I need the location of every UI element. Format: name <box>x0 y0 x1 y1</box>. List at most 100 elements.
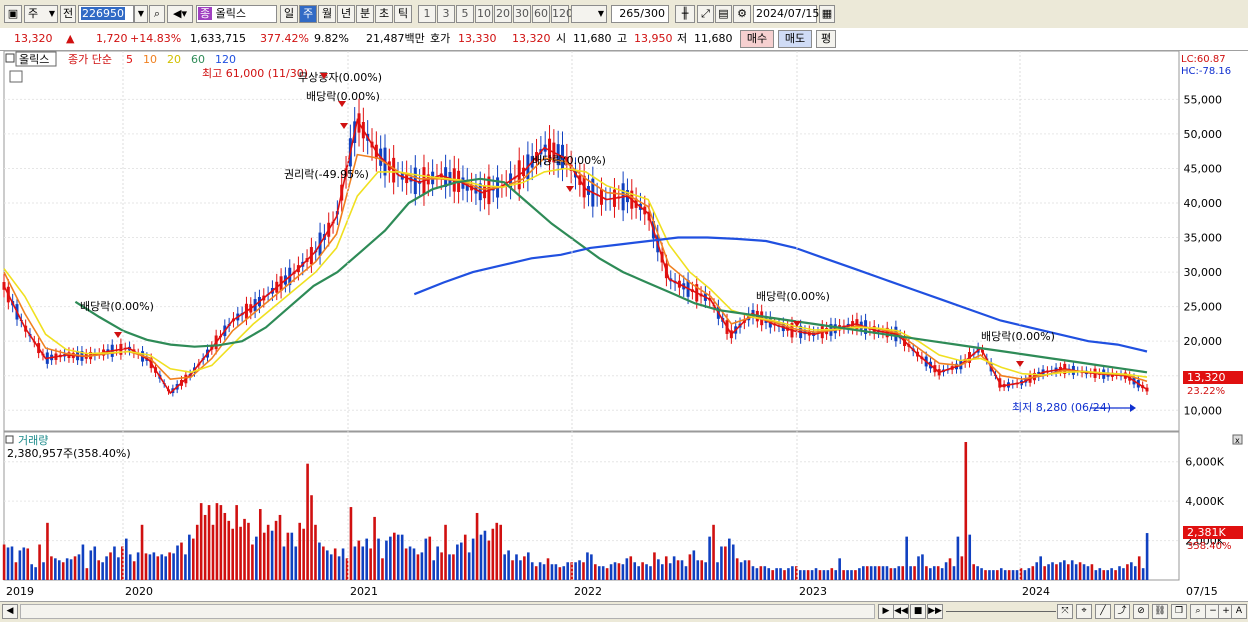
volume-bar <box>255 536 258 580</box>
date-field[interactable]: 2024/07/15 <box>753 5 819 23</box>
zoom-tool-icon[interactable]: ⤧ <box>1057 604 1073 619</box>
volume-bar <box>377 538 380 580</box>
search-icon[interactable]: ⌕ <box>1190 604 1206 619</box>
volume-bar <box>144 553 148 580</box>
volume-bar <box>956 536 960 580</box>
volume-bar <box>822 570 826 580</box>
tab-period-0[interactable]: 일 <box>280 5 298 23</box>
tab-interval-120[interactable]: 120 <box>551 5 573 23</box>
volume-bar <box>625 558 629 580</box>
scroll-left-icon[interactable]: ◀ <box>2 604 18 619</box>
tab-period-4[interactable]: 분 <box>356 5 374 23</box>
tab-interval-60[interactable]: 60 <box>532 5 550 23</box>
period-select[interactable]: 주 ▼ <box>24 5 58 23</box>
volume-bar <box>81 544 85 580</box>
save-icon[interactable]: ▤ <box>715 5 732 23</box>
evaluate-button[interactable]: 평 <box>816 30 836 48</box>
grid-icon[interactable] <box>9 70 23 83</box>
tab-interval-1[interactable]: 1 <box>418 5 436 23</box>
tab-interval-5[interactable]: 5 <box>456 5 474 23</box>
volume-bar <box>389 536 392 580</box>
volume-bar <box>1133 566 1137 580</box>
calendar-icon[interactable]: ▦ <box>819 5 835 23</box>
fast-forward-icon[interactable]: ▶▶ <box>927 604 943 619</box>
ask-price-2: 13,320 <box>512 32 551 45</box>
gear-icon[interactable]: ⚙ <box>733 5 751 23</box>
volume-bar <box>286 532 290 580</box>
volume-bar <box>479 534 483 580</box>
bottom-scrollbar[interactable]: ◀ ▶ ◀◀ ■ ▶▶ ⤧ ⌖ ╱ ⤴ ⊘ ⛓ ❐ ⌕ − + A <box>0 601 1248 622</box>
annotation-label: 배당락(0.00%) <box>532 154 606 167</box>
stock-name-field[interactable]: 종 올릭스 <box>196 5 277 23</box>
volume-bar <box>412 548 416 580</box>
chart-area[interactable]: 10,00015,00020,00025,00030,00035,00040,0… <box>0 51 1248 601</box>
tab-period-1[interactable]: 주 <box>299 5 317 23</box>
volume-bar <box>499 524 503 580</box>
sell-button[interactable]: 매도 <box>778 30 812 48</box>
link-icon[interactable]: ⛓ <box>1152 604 1168 619</box>
tab-period-2[interactable]: 월 <box>318 5 336 23</box>
stock-code-input[interactable]: 226950 <box>78 5 134 23</box>
volume-bar <box>491 528 495 580</box>
chart-svg[interactable]: 10,00015,00020,00025,00030,00035,00040,0… <box>0 51 1248 601</box>
chart-window-icon[interactable]: ▣ <box>4 5 22 23</box>
stop-icon[interactable]: ■ <box>910 604 926 619</box>
volume-bar <box>428 536 432 580</box>
volume-bar <box>680 560 684 580</box>
speaker-icon[interactable]: ◀▾ <box>167 5 193 23</box>
volume-bar <box>885 566 889 580</box>
price-change: 1,720 <box>96 32 128 45</box>
volume-bar <box>704 562 707 580</box>
volume-bar <box>1007 570 1011 580</box>
volume-bar <box>34 567 37 580</box>
volume-bar <box>420 552 424 580</box>
tab-period-5[interactable]: 초 <box>375 5 393 23</box>
tab-interval-10[interactable]: 10 <box>475 5 493 23</box>
volume-bar <box>649 566 652 580</box>
price-y-axis: 10,00015,00020,00025,00030,00035,00040,0… <box>1184 93 1223 417</box>
volume-bar <box>999 568 1003 580</box>
candle-type-icon[interactable]: ╫ <box>675 5 695 23</box>
volume-bar <box>396 534 400 580</box>
tab-period-6[interactable]: 틱 <box>394 5 412 23</box>
volume-bar <box>1082 564 1086 580</box>
tab-interval-30[interactable]: 30 <box>513 5 531 23</box>
interval-dropdown[interactable]: ▼ <box>571 5 607 23</box>
scroll-track[interactable] <box>20 604 875 619</box>
count-field[interactable]: 265/300 <box>611 5 669 23</box>
volume-bar <box>361 546 365 580</box>
volume-bar <box>668 563 672 580</box>
period-compare-icon[interactable]: ⊘ <box>1133 604 1149 619</box>
draw-line-icon[interactable]: ╱ <box>1095 604 1111 619</box>
copy-icon[interactable]: ❐ <box>1171 604 1187 619</box>
volume-bar <box>964 442 968 580</box>
volume-bar <box>534 566 538 580</box>
search-icon[interactable]: ⌕ <box>149 5 165 23</box>
zoom-slider-track[interactable] <box>946 611 1056 612</box>
tab-interval-3[interactable]: 3 <box>437 5 455 23</box>
rewind-icon[interactable]: ◀◀ <box>893 604 909 619</box>
period-select-value: 주 <box>28 7 39 20</box>
line-tool-icon[interactable]: ⤢ <box>697 5 714 23</box>
prev-button[interactable]: 전 <box>60 5 76 23</box>
tab-interval-20[interactable]: 20 <box>494 5 512 23</box>
annotation-label: 무상증자(0.00%) <box>298 71 382 84</box>
volume-bar <box>613 562 617 580</box>
scroll-right-icon[interactable]: ▶ <box>878 604 894 619</box>
volume-bar <box>629 556 633 580</box>
auto-scale-icon[interactable]: A <box>1231 604 1247 619</box>
volume-bar <box>909 566 912 580</box>
volume-bar <box>46 522 49 580</box>
buy-button[interactable]: 매수 <box>740 30 774 48</box>
volume-bar <box>538 562 542 580</box>
volume-bar <box>456 544 459 580</box>
tab-period-3[interactable]: 년 <box>337 5 355 23</box>
volume-bar <box>515 554 518 580</box>
volume-bar <box>77 554 81 580</box>
volume-bar <box>467 552 471 580</box>
stock-code-dropdown[interactable]: ▼ <box>134 5 148 23</box>
volume-bar <box>735 558 739 580</box>
measure-icon[interactable]: ⌖ <box>1076 604 1092 619</box>
volume-bar <box>806 570 810 580</box>
trend-icon[interactable]: ⤴ <box>1114 604 1130 619</box>
